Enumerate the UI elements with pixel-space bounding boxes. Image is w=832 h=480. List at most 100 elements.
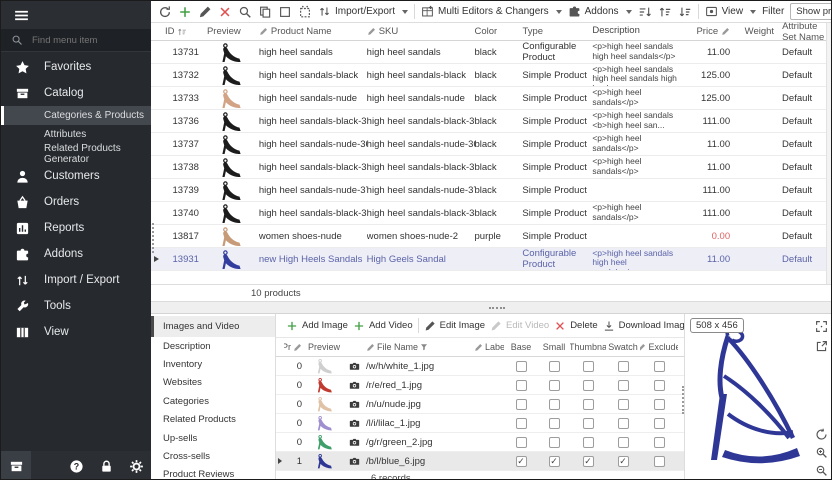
checkbox-thumbnail[interactable] [583, 456, 594, 467]
table-row-product-13740[interactable]: 13740high heel sandals-black-38high heel… [151, 202, 826, 225]
menu-search-input[interactable] [30, 34, 130, 47]
addons-button[interactable]: Addons [568, 5, 632, 18]
left-splitter-grip[interactable] [152, 223, 155, 253]
table-row-product-13737[interactable]: 13737high heel sandals-nude-36high heel … [151, 133, 826, 156]
grid-scrollbar[interactable] [826, 23, 832, 284]
checkbox-exclude[interactable] [654, 361, 665, 372]
column-header-label[interactable]: Label [474, 342, 504, 352]
table-row-image-b-l-blue-6-jpg[interactable]: 1/b/l/blue_6.jpg [276, 452, 684, 471]
checkbox-exclude[interactable] [654, 437, 665, 448]
checkbox-swatch[interactable] [618, 361, 629, 372]
checkbox-thumbnail[interactable] [583, 437, 594, 448]
table-row-product-13736[interactable]: 13736high heel sandals-black-36high heel… [151, 110, 826, 133]
open-external-icon[interactable] [815, 340, 828, 353]
checkbox-base[interactable] [516, 437, 527, 448]
checkbox-exclude[interactable] [654, 380, 665, 391]
column-header-exclude[interactable]: Exclude [640, 342, 678, 352]
column-header-thumbnail[interactable]: Thumbna [570, 342, 606, 352]
table-row-product-13739[interactable]: 13739high heel sandals-nude-37high heel … [151, 179, 826, 202]
tab-related-products[interactable]: Related Products [151, 411, 275, 429]
horizontal-splitter[interactable] [151, 301, 832, 314]
table-row-image-l-i-lilac-1-jpg[interactable]: 0/l/i/lilac_1.jpg [276, 414, 684, 433]
zoom-out-icon[interactable] [815, 464, 828, 477]
table-row-product-13817[interactable]: 13817women shoes-nudewomen shoes-nude-2p… [151, 225, 826, 248]
add-video-button[interactable]: Add Video [353, 320, 413, 332]
tab-categories[interactable]: Categories [151, 392, 275, 410]
add-product-button[interactable] [178, 5, 192, 19]
edit-image-button[interactable]: Edit Image [424, 320, 485, 332]
checkbox-small[interactable] [549, 456, 560, 467]
sidebar-item-import-export[interactable]: Import / Export [1, 267, 151, 293]
add-image-button[interactable]: Add Image [286, 320, 348, 332]
checkbox-swatch[interactable] [618, 399, 629, 410]
column-header-description[interactable]: Description [592, 26, 682, 37]
sidebar-item-view[interactable]: View [1, 319, 151, 345]
checkbox-swatch[interactable] [618, 380, 629, 391]
delete-product-button[interactable] [218, 5, 232, 19]
column-header-swatch[interactable]: Swatch [606, 342, 640, 352]
checkbox-swatch[interactable] [618, 418, 629, 429]
paste-button[interactable] [298, 5, 312, 19]
download-image-button[interactable]: Download Image [603, 320, 690, 332]
checkbox-small[interactable] [549, 399, 560, 410]
delete-image-button[interactable]: Delete [554, 320, 597, 332]
column-header-type[interactable]: Type [522, 26, 592, 37]
sidebar-item-categories-products[interactable]: Categories & Products [1, 106, 151, 125]
column-header-base[interactable]: Base [504, 342, 538, 352]
tab-cross-sells[interactable]: Cross-sells [151, 447, 275, 465]
search-products-button[interactable] [238, 5, 252, 19]
refresh-button[interactable] [158, 5, 172, 19]
checkbox-thumbnail[interactable] [583, 399, 594, 410]
column-header-id[interactable]: ID [163, 26, 207, 37]
fit-to-screen-icon[interactable] [815, 320, 828, 333]
settings-icon[interactable] [129, 459, 144, 474]
checkbox-small[interactable] [549, 361, 560, 372]
select-button[interactable] [278, 5, 292, 19]
table-row-product-13733[interactable]: 13733high heel sandals-nudehigh heel san… [151, 87, 826, 110]
rotate-icon[interactable] [815, 428, 828, 441]
zoom-in-icon[interactable] [815, 446, 828, 459]
lock-icon[interactable] [99, 459, 114, 474]
filter-select[interactable]: Show products from selected categories [790, 3, 832, 20]
checkbox-exclude[interactable] [654, 399, 665, 410]
sidebar-item-addons[interactable]: Addons [1, 241, 151, 267]
table-row-product-13931[interactable]: 13931new High Heels SandalsHigh Geels Sa… [151, 248, 826, 271]
sidebar-item-catalog[interactable]: Catalog [1, 80, 151, 106]
column-header-weight[interactable]: Weight [730, 26, 774, 37]
column-header-position[interactable]: Pr [284, 342, 306, 352]
checkbox-base[interactable] [516, 399, 527, 410]
checkbox-small[interactable] [549, 437, 560, 448]
view-button[interactable]: View [705, 5, 757, 18]
column-header-color[interactable]: Color [475, 26, 523, 37]
tab-inventory[interactable]: Inventory [151, 355, 275, 373]
column-header-price[interactable]: Price [682, 26, 730, 37]
sidebar-item-customers[interactable]: Customers [1, 163, 151, 189]
tab-up-sells[interactable]: Up-sells [151, 429, 275, 447]
sidebar-item-reports[interactable]: Reports [1, 215, 151, 241]
checkbox-swatch[interactable] [618, 456, 629, 467]
column-header-sku[interactable]: SKU [367, 26, 475, 37]
column-header-small[interactable]: Small [538, 342, 570, 352]
checkbox-exclude[interactable] [654, 418, 665, 429]
table-row-product-13731[interactable]: 13731high heel sandalshigh heel sandalsb… [151, 41, 826, 64]
import-export-button[interactable]: Import/Export [318, 5, 408, 18]
checkbox-thumbnail[interactable] [583, 380, 594, 391]
sort-ascending-button[interactable] [658, 5, 672, 19]
column-header-file-name[interactable]: File Name [362, 342, 474, 352]
help-icon[interactable]: ? [69, 459, 84, 474]
table-row-product-13738[interactable]: 13738high heel sandals-black-37high heel… [151, 156, 826, 179]
copy-button[interactable] [258, 5, 272, 19]
sidebar-item-related-products-generator[interactable]: Related Products Generator [1, 144, 151, 163]
tab-description[interactable]: Description [151, 337, 275, 355]
multi-editors-button[interactable]: Multi Editors & Changers [421, 5, 562, 18]
checkbox-small[interactable] [549, 380, 560, 391]
checkbox-base[interactable] [516, 418, 527, 429]
table-row-product-13732[interactable]: 13732high heel sandals-blackhigh heel sa… [151, 64, 826, 87]
tab-websites[interactable]: Websites [151, 374, 275, 392]
sidebar-item-attributes[interactable]: Attributes [1, 125, 151, 144]
store-icon[interactable] [9, 459, 24, 474]
checkbox-small[interactable] [549, 418, 560, 429]
table-row-image-r-e-red-1-jpg[interactable]: 0/r/e/red_1.jpg [276, 376, 684, 395]
sort-descending-button[interactable] [678, 5, 692, 19]
sort-az-button[interactable] [638, 5, 652, 19]
